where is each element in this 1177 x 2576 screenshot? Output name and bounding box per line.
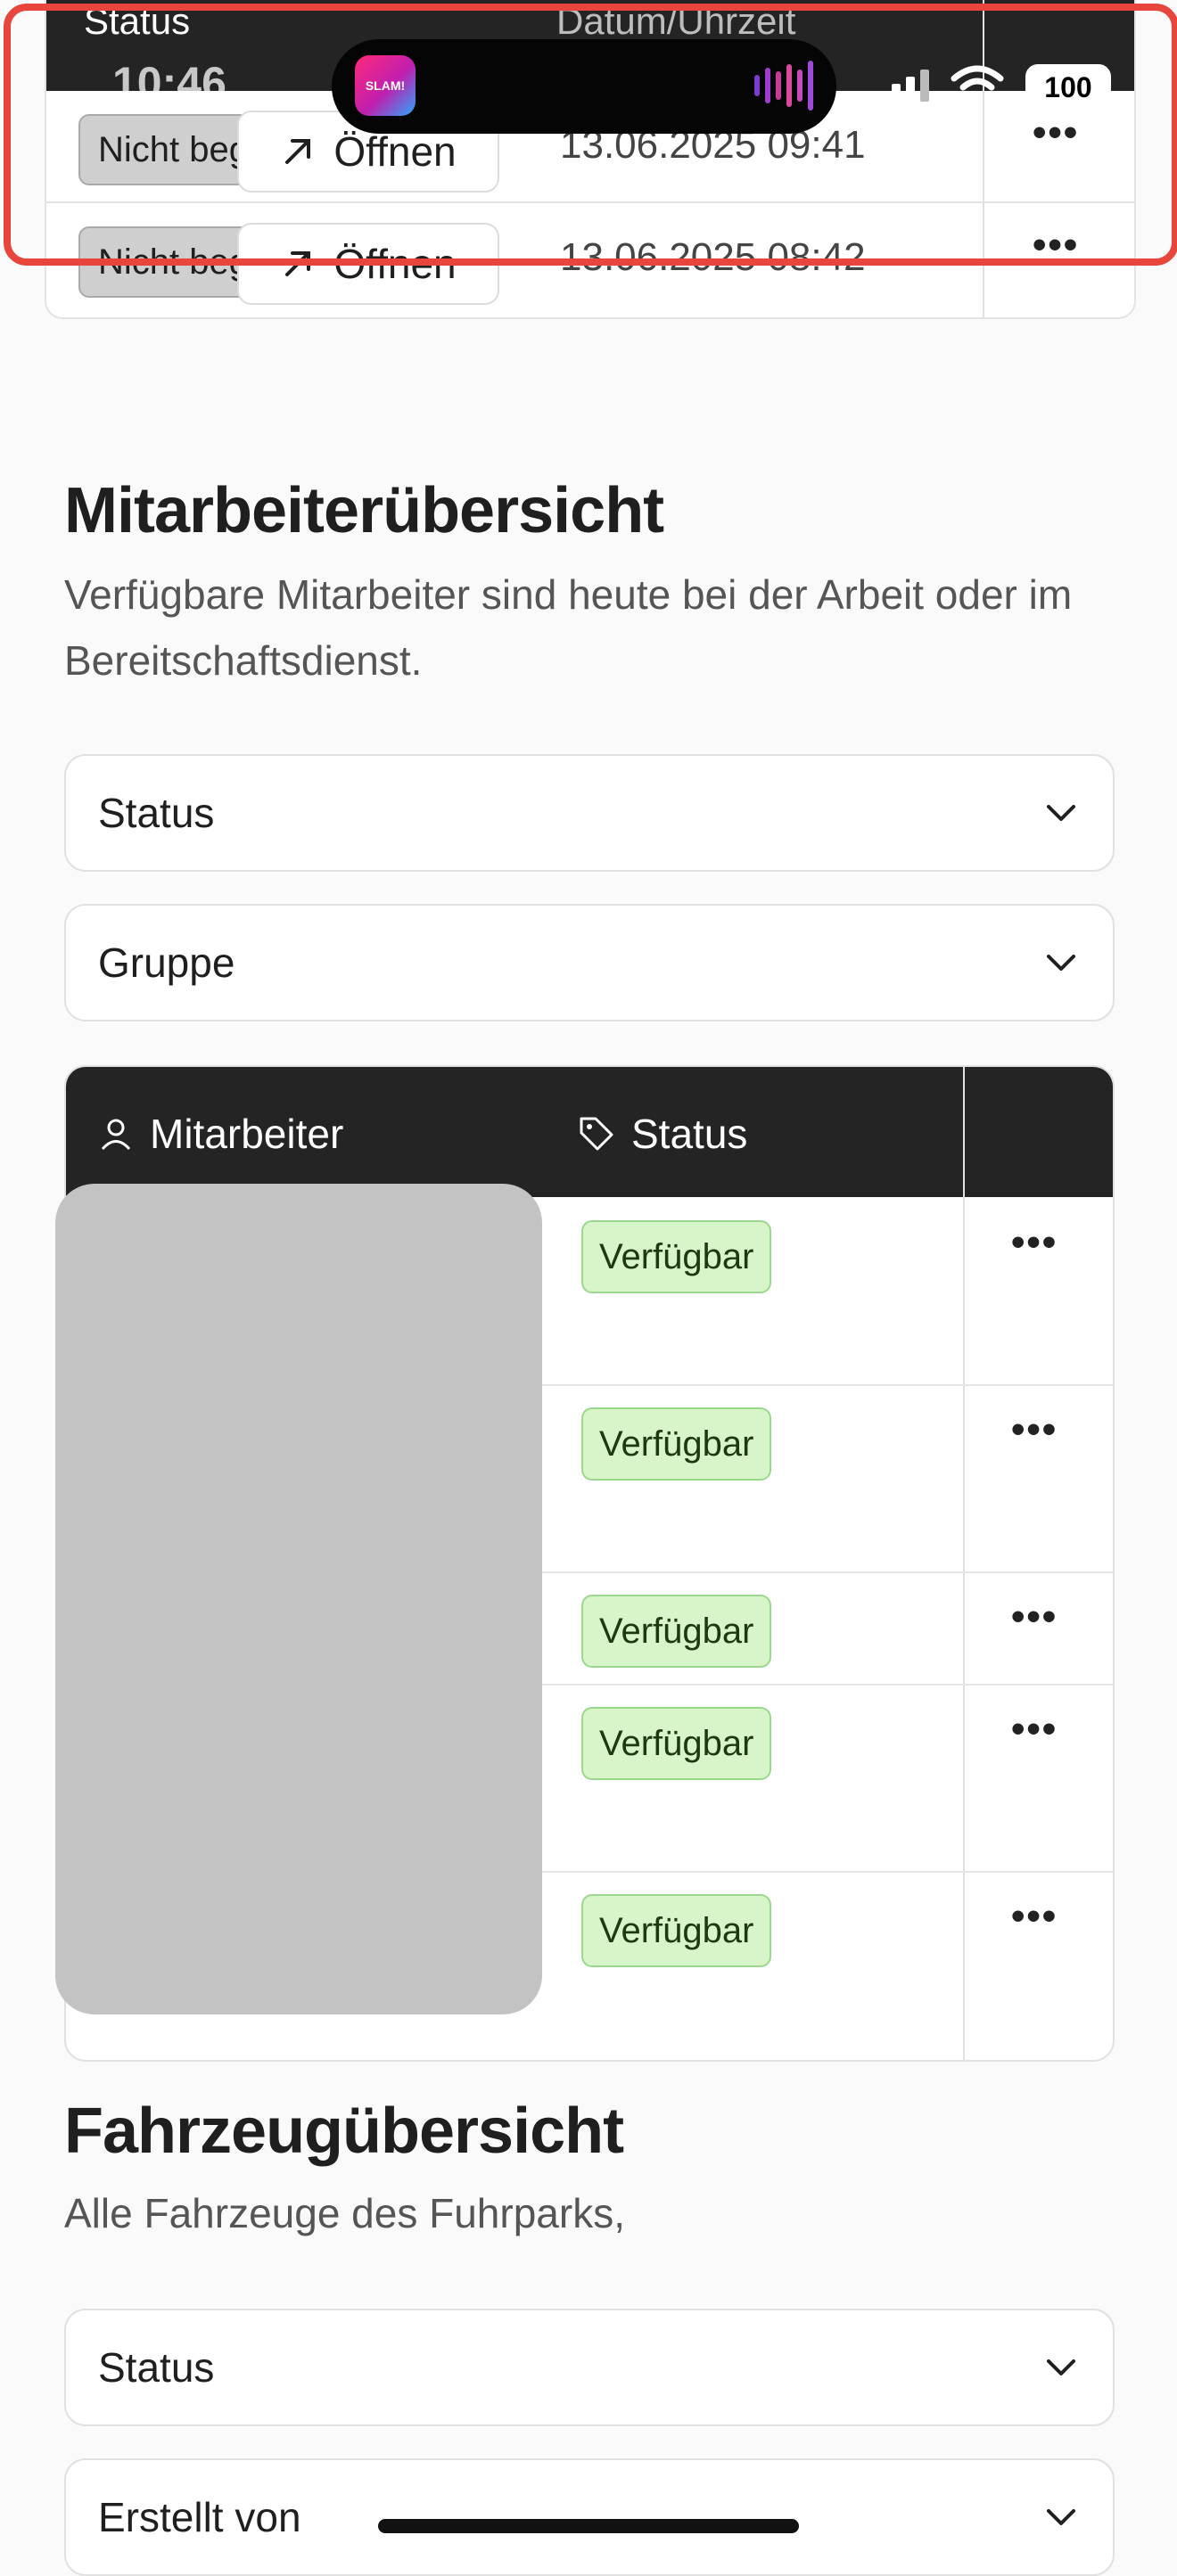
- chevron-down-icon: [1047, 2509, 1075, 2525]
- status-filter-select[interactable]: Status: [64, 754, 1115, 872]
- more-actions-button[interactable]: •••: [1011, 1707, 1058, 1752]
- employees-subtitle: Verfügbare Mitarbeiter sind heute bei de…: [64, 571, 1073, 684]
- redacted-employee-names: [55, 1184, 542, 2014]
- home-indicator[interactable]: [378, 2519, 799, 2533]
- status-badge-available: Verfügbar: [581, 1220, 772, 1293]
- created-by-filter-label: Erstellt von: [98, 2494, 301, 2540]
- status-badge-available: Verfügbar: [581, 1707, 772, 1780]
- vehicles-title: Fahrzeugübersicht: [64, 2096, 624, 2167]
- created-by-filter-select[interactable]: Erstellt von: [64, 2458, 1115, 2576]
- chevron-down-icon: [1047, 805, 1075, 821]
- status-badge-available: Verfügbar: [581, 1595, 772, 1668]
- more-actions-button[interactable]: •••: [1011, 1220, 1058, 1265]
- column-status-label: Status: [631, 1111, 748, 1157]
- vehicle-status-filter-select[interactable]: Status: [64, 2309, 1115, 2426]
- column-divider: [963, 1067, 965, 2060]
- group-filter-select[interactable]: Gruppe: [64, 904, 1115, 1021]
- more-actions-button[interactable]: •••: [1011, 1894, 1058, 1939]
- group-filter-label: Gruppe: [98, 939, 235, 986]
- vehicle-status-filter-label: Status: [98, 2344, 215, 2391]
- more-actions-button[interactable]: •••: [1011, 1407, 1058, 1452]
- highlight-box: [4, 4, 1177, 266]
- tag-icon: [580, 1117, 613, 1151]
- chevron-down-icon: [1047, 955, 1075, 971]
- status-filter-label: Status: [98, 790, 215, 836]
- more-actions-button[interactable]: •••: [1011, 1595, 1058, 1639]
- user-icon: [101, 1119, 131, 1151]
- column-employee[interactable]: Mitarbeiter: [98, 1110, 343, 1158]
- column-employee-label: Mitarbeiter: [150, 1111, 344, 1157]
- status-badge-available: Verfügbar: [581, 1894, 772, 1967]
- employees-title: Mitarbeiterübersicht: [64, 475, 664, 546]
- status-badge-available: Verfügbar: [581, 1407, 772, 1481]
- column-status[interactable]: Status: [578, 1110, 747, 1158]
- employees-table-header: Mitarbeiter Status: [66, 1067, 1113, 1197]
- chevron-down-icon: [1047, 2359, 1075, 2375]
- vehicles-subtitle: Alle Fahrzeuge des Fuhrparks,: [64, 2190, 625, 2236]
